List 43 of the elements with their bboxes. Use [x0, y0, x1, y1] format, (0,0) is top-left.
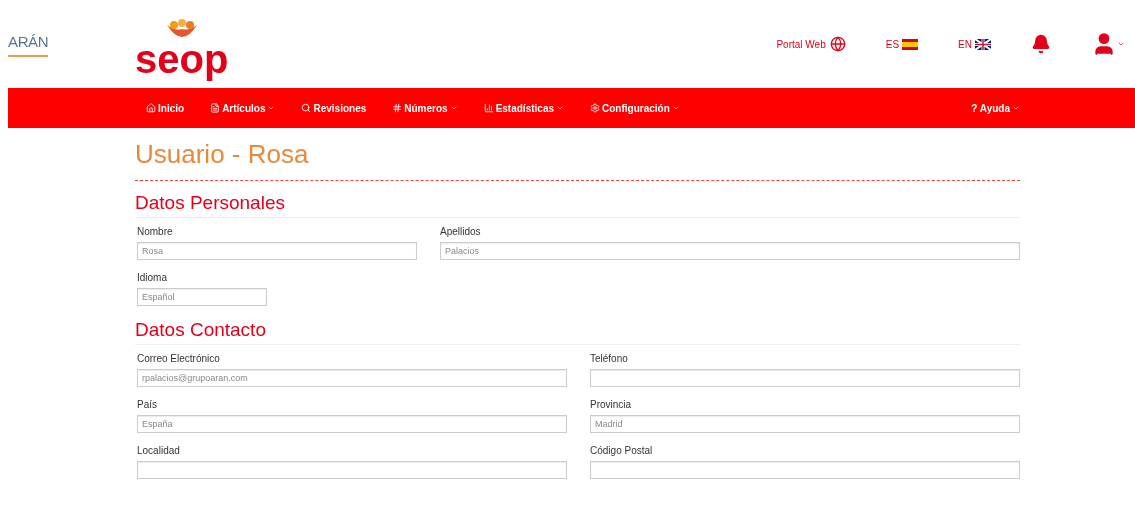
uk-flag-icon	[975, 38, 991, 50]
globe-icon	[829, 36, 846, 52]
nav-item[interactable]: Revisiones	[301, 100, 367, 116]
section-title: Datos Contacto	[135, 318, 1020, 345]
nav-item[interactable]: Inicio	[146, 100, 185, 116]
input-field[interactable]: Madrid	[590, 415, 1020, 433]
bell-icon[interactable]	[1031, 34, 1051, 54]
aran-logo: ARÁN	[8, 30, 49, 58]
nav-item[interactable]: Estadísticas	[483, 100, 564, 116]
field-label: Teléfono	[590, 353, 629, 365]
language-link[interactable]: EN	[958, 36, 991, 52]
input-field[interactable]: rpalacios@grupoaran.com	[137, 369, 567, 387]
nav-item[interactable]: Configuración	[590, 100, 680, 116]
field-label: Código Postal	[590, 445, 654, 457]
input-field[interactable]	[137, 461, 567, 479]
nav-item[interactable]: Artículos	[210, 100, 276, 116]
gear-icon	[590, 103, 600, 113]
caret-icon[interactable]	[1117, 40, 1125, 48]
field-label: Apellidos	[440, 226, 482, 238]
field-label: Provincia	[590, 399, 633, 411]
document-icon	[210, 103, 221, 113]
home-icon	[146, 103, 156, 113]
input-field[interactable]	[590, 369, 1020, 387]
nav-item[interactable]: Números	[392, 100, 458, 116]
input-field[interactable]	[590, 461, 1020, 479]
hash-icon	[392, 103, 403, 113]
field-label: Idioma	[137, 272, 168, 284]
input-field[interactable]: Palacios	[440, 242, 1020, 260]
field-label: Localidad	[137, 445, 181, 457]
search-icon	[301, 103, 312, 113]
input-field[interactable]: Español	[137, 288, 267, 306]
field-label: Nombre	[137, 226, 174, 238]
section-title: Datos Personales	[135, 191, 1020, 218]
language-link[interactable]: ES	[885, 36, 919, 52]
help-menu[interactable]: ? Ayuda	[971, 100, 1020, 116]
field-label: Correo Electrónico	[137, 353, 221, 365]
portal-web-link[interactable]: Portal Web	[776, 36, 846, 52]
field-label: País	[137, 399, 158, 411]
spain-flag-icon	[902, 38, 919, 50]
chart-icon	[483, 103, 494, 113]
input-field[interactable]: España	[137, 415, 567, 433]
page-title: Usuario - Rosa	[135, 138, 1020, 181]
input-field[interactable]: Rosa	[137, 242, 417, 260]
